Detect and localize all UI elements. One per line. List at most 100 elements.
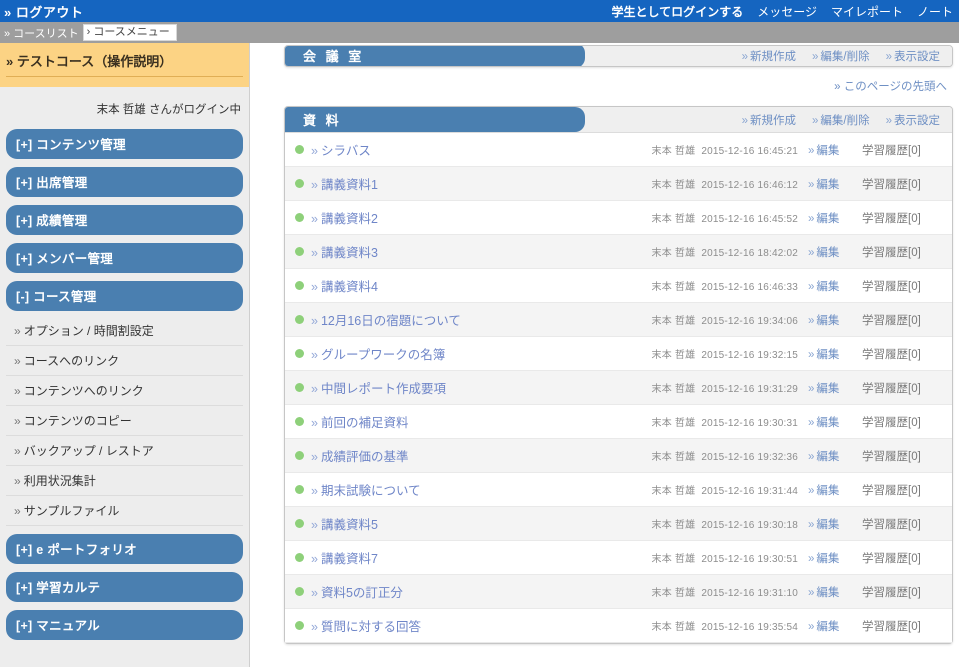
material-edit-link[interactable]: » 編集 bbox=[808, 278, 862, 294]
materials-display-settings-link[interactable]: » 表示設定 bbox=[886, 112, 940, 128]
breadcrumb-course-menu[interactable]: › コースメニュー bbox=[82, 24, 177, 41]
material-edit-link[interactable]: » 編集 bbox=[808, 244, 862, 260]
material-edit-link[interactable]: » 編集 bbox=[808, 584, 862, 600]
table-row[interactable]: » 講義資料3 末本 哲雄 2015-12-16 18:42:02» 編集 学習履歴[0] bbox=[285, 235, 952, 269]
material-title-text: 講義資料1 bbox=[320, 178, 378, 192]
table-row[interactable]: » 期末試験について 末本 哲雄 2015-12-16 19:31:44» 編集 学習履歴… bbox=[285, 473, 952, 507]
sidebar-item-manual[interactable]: [+] マニュアル bbox=[6, 610, 243, 640]
table-row[interactable]: » 講義資料1 末本 哲雄 2015-12-16 16:46:12» 編集 学習履歴[0] bbox=[285, 167, 952, 201]
table-row[interactable]: » 資料5の訂正分 末本 哲雄 2015-12-16 19:31:10» 編集 学習履歴[… bbox=[285, 575, 952, 609]
table-row[interactable]: » 成績評価の基準 末本 哲雄 2015-12-16 19:32:36» 編集 学習履歴[… bbox=[285, 439, 952, 473]
material-edit-label: 編集 bbox=[816, 450, 840, 463]
breadcrumb-course-list[interactable]: » コースリスト bbox=[4, 25, 79, 41]
material-title-link[interactable]: » 講義資料5 bbox=[311, 514, 652, 533]
material-edit-link[interactable]: » 編集 bbox=[808, 550, 862, 566]
table-row[interactable]: » 講義資料5 末本 哲雄 2015-12-16 19:30:18» 編集 学習履歴[0] bbox=[285, 507, 952, 541]
table-row[interactable]: » 前回の補足資料 末本 哲雄 2015-12-16 19:30:31» 編集 学習履歴[… bbox=[285, 405, 952, 439]
material-title-link[interactable]: » グループワークの名簿 bbox=[311, 344, 652, 363]
sidebar-subitem-sample-file[interactable]: » サンプルファイル bbox=[6, 496, 243, 526]
material-title-text: シラバス bbox=[320, 144, 371, 158]
material-edit-link[interactable]: » 編集 bbox=[808, 142, 862, 158]
note-link[interactable]: ノート bbox=[917, 3, 953, 20]
sidebar-subitem-content-copy[interactable]: » コンテンツのコピー bbox=[6, 406, 243, 436]
material-title-link[interactable]: » 講義資料4 bbox=[311, 276, 652, 295]
material-edit-link[interactable]: » 編集 bbox=[808, 516, 862, 532]
course-title-text[interactable]: » テストコース（操作説明） bbox=[6, 51, 243, 77]
chevron-right-icon: » bbox=[14, 354, 21, 368]
table-row[interactable]: » 質問に対する回答 末本 哲雄 2015-12-16 19:35:54» 編集 学習履歴… bbox=[285, 609, 952, 643]
material-title-link[interactable]: » 資料5の訂正分 bbox=[311, 582, 652, 601]
material-meta: 末本 哲雄 2015-12-16 19:31:44 bbox=[652, 482, 798, 497]
material-edit-link[interactable]: » 編集 bbox=[808, 346, 862, 362]
sidebar-item-member-management[interactable]: [+] メンバー管理 bbox=[6, 243, 243, 273]
sidebar-item-grade-management[interactable]: [+] 成績管理 bbox=[6, 205, 243, 235]
material-timestamp: 2015-12-16 19:34:06 bbox=[701, 316, 798, 327]
table-row[interactable]: » シラバス 末本 哲雄 2015-12-16 16:45:21» 編集 学習履歴[0] bbox=[285, 133, 952, 167]
sidebar-subitem-backup-restore[interactable]: » バックアップ / レストア bbox=[6, 436, 243, 466]
material-title-link[interactable]: » 成績評価の基準 bbox=[311, 446, 652, 465]
material-title-link[interactable]: » 中間レポート作成要項 bbox=[311, 378, 652, 397]
material-edit-link[interactable]: » 編集 bbox=[808, 210, 862, 226]
back-to-top-link[interactable]: » このページの先頭へ bbox=[834, 78, 947, 94]
table-row[interactable]: » 講義資料2 末本 哲雄 2015-12-16 16:45:52» 編集 学習履歴[0] bbox=[285, 201, 952, 235]
material-title-link[interactable]: » 講義資料1 bbox=[311, 174, 652, 193]
sidebar-item-content-management[interactable]: [+] コンテンツ管理 bbox=[6, 129, 243, 159]
sidebar-item-course-management[interactable]: [-] コース管理 bbox=[6, 281, 243, 311]
table-row[interactable]: » 中間レポート作成要項 末本 哲雄 2015-12-16 19:31:29» 編集 学習… bbox=[285, 371, 952, 405]
material-timestamp: 2015-12-16 19:32:36 bbox=[701, 452, 798, 463]
material-title-link[interactable]: » 前回の補足資料 bbox=[311, 412, 652, 431]
material-meta: 末本 哲雄 2015-12-16 19:32:15 bbox=[652, 346, 798, 361]
status-dot-icon bbox=[295, 315, 304, 324]
table-row[interactable]: » 講義資料4 末本 哲雄 2015-12-16 16:46:33» 編集 学習履歴[0] bbox=[285, 269, 952, 303]
table-row[interactable]: » グループワークの名簿 末本 哲雄 2015-12-16 19:32:15» 編集 学習… bbox=[285, 337, 952, 371]
material-title-text: 講義資料4 bbox=[320, 280, 378, 294]
sidebar-item-eportfolio[interactable]: [+] e ポートフォリオ bbox=[6, 534, 243, 564]
my-report-link[interactable]: マイレポート bbox=[831, 3, 903, 20]
chevron-right-icon: » bbox=[885, 50, 892, 63]
materials-new-link[interactable]: » 新規作成 bbox=[742, 112, 796, 128]
material-edit-link[interactable]: » 編集 bbox=[808, 380, 862, 396]
material-title-link[interactable]: » 12月16日の宿題について bbox=[311, 310, 652, 329]
table-row[interactable]: » 講義資料7 末本 哲雄 2015-12-16 19:30:51» 編集 学習履歴[0] bbox=[285, 541, 952, 575]
messages-link[interactable]: メッセージ bbox=[757, 3, 817, 20]
materials-edit-delete-link[interactable]: » 編集/削除 bbox=[812, 112, 870, 128]
sidebar-subitem-course-link[interactable]: » コースへのリンク bbox=[6, 346, 243, 376]
material-timestamp: 2015-12-16 16:46:12 bbox=[701, 180, 798, 191]
material-edit-link[interactable]: » 編集 bbox=[808, 448, 862, 464]
chevron-right-icon: » bbox=[311, 620, 318, 634]
material-edit-link[interactable]: » 編集 bbox=[808, 482, 862, 498]
material-edit-link[interactable]: » 編集 bbox=[808, 176, 862, 192]
status-dot-icon bbox=[295, 349, 304, 358]
sidebar-item-attendance-management[interactable]: [+] 出席管理 bbox=[6, 167, 243, 197]
material-title-link[interactable]: » 講義資料2 bbox=[311, 208, 652, 227]
material-author: 末本 哲雄 bbox=[651, 622, 696, 633]
logout-link[interactable]: » ログアウト bbox=[4, 2, 83, 21]
sidebar-subitem-usage-statistics[interactable]: » 利用状況集計 bbox=[6, 466, 243, 496]
meeting-room-display-settings-link[interactable]: » 表示設定 bbox=[886, 48, 940, 64]
sidebar-subitem-options-timetable[interactable]: » オプション / 時間割設定 bbox=[6, 316, 243, 346]
meeting-room-new-link[interactable]: » 新規作成 bbox=[742, 48, 796, 64]
material-title-link[interactable]: » 講義資料7 bbox=[311, 548, 652, 567]
material-edit-link[interactable]: » 編集 bbox=[808, 618, 862, 634]
material-title-link[interactable]: » 講義資料3 bbox=[311, 242, 652, 261]
material-learning-history: 学習履歴[0] bbox=[862, 212, 921, 225]
top-nav-links: 学生としてログインする メッセージ マイレポート ノート bbox=[612, 3, 953, 20]
table-row[interactable]: » 12月16日の宿題について 末本 哲雄 2015-12-16 19:34:06 » 編… bbox=[285, 303, 952, 337]
material-title-link[interactable]: » 期末試験について bbox=[311, 480, 652, 499]
material-title-link[interactable]: » 質問に対する回答 bbox=[311, 616, 652, 635]
material-learning-history: 学習履歴[0] bbox=[862, 314, 921, 327]
sidebar-subitem-content-link[interactable]: » コンテンツへのリンク bbox=[6, 376, 243, 406]
material-meta: 末本 哲雄 2015-12-16 19:32:36 bbox=[652, 448, 798, 463]
material-edit-link[interactable]: » 編集 bbox=[808, 414, 862, 430]
material-edit-label: 編集 bbox=[816, 314, 840, 327]
material-edit-link[interactable]: » 編集 bbox=[808, 312, 862, 328]
material-author: 末本 哲雄 bbox=[651, 282, 696, 293]
meeting-room-edit-delete-link[interactable]: » 編集/削除 bbox=[812, 48, 870, 64]
material-timestamp: 2015-12-16 19:31:44 bbox=[701, 486, 798, 497]
material-title-link[interactable]: » シラバス bbox=[311, 140, 652, 159]
breadcrumb: » コースリスト › コースメニュー bbox=[0, 22, 959, 43]
login-as-student-link[interactable]: 学生としてログインする bbox=[612, 3, 744, 20]
sidebar-item-learning-record[interactable]: [+] 学習カルテ bbox=[6, 572, 243, 602]
status-dot-icon bbox=[295, 451, 304, 460]
material-meta: 末本 哲雄 2015-12-16 19:34:06 bbox=[652, 312, 798, 327]
